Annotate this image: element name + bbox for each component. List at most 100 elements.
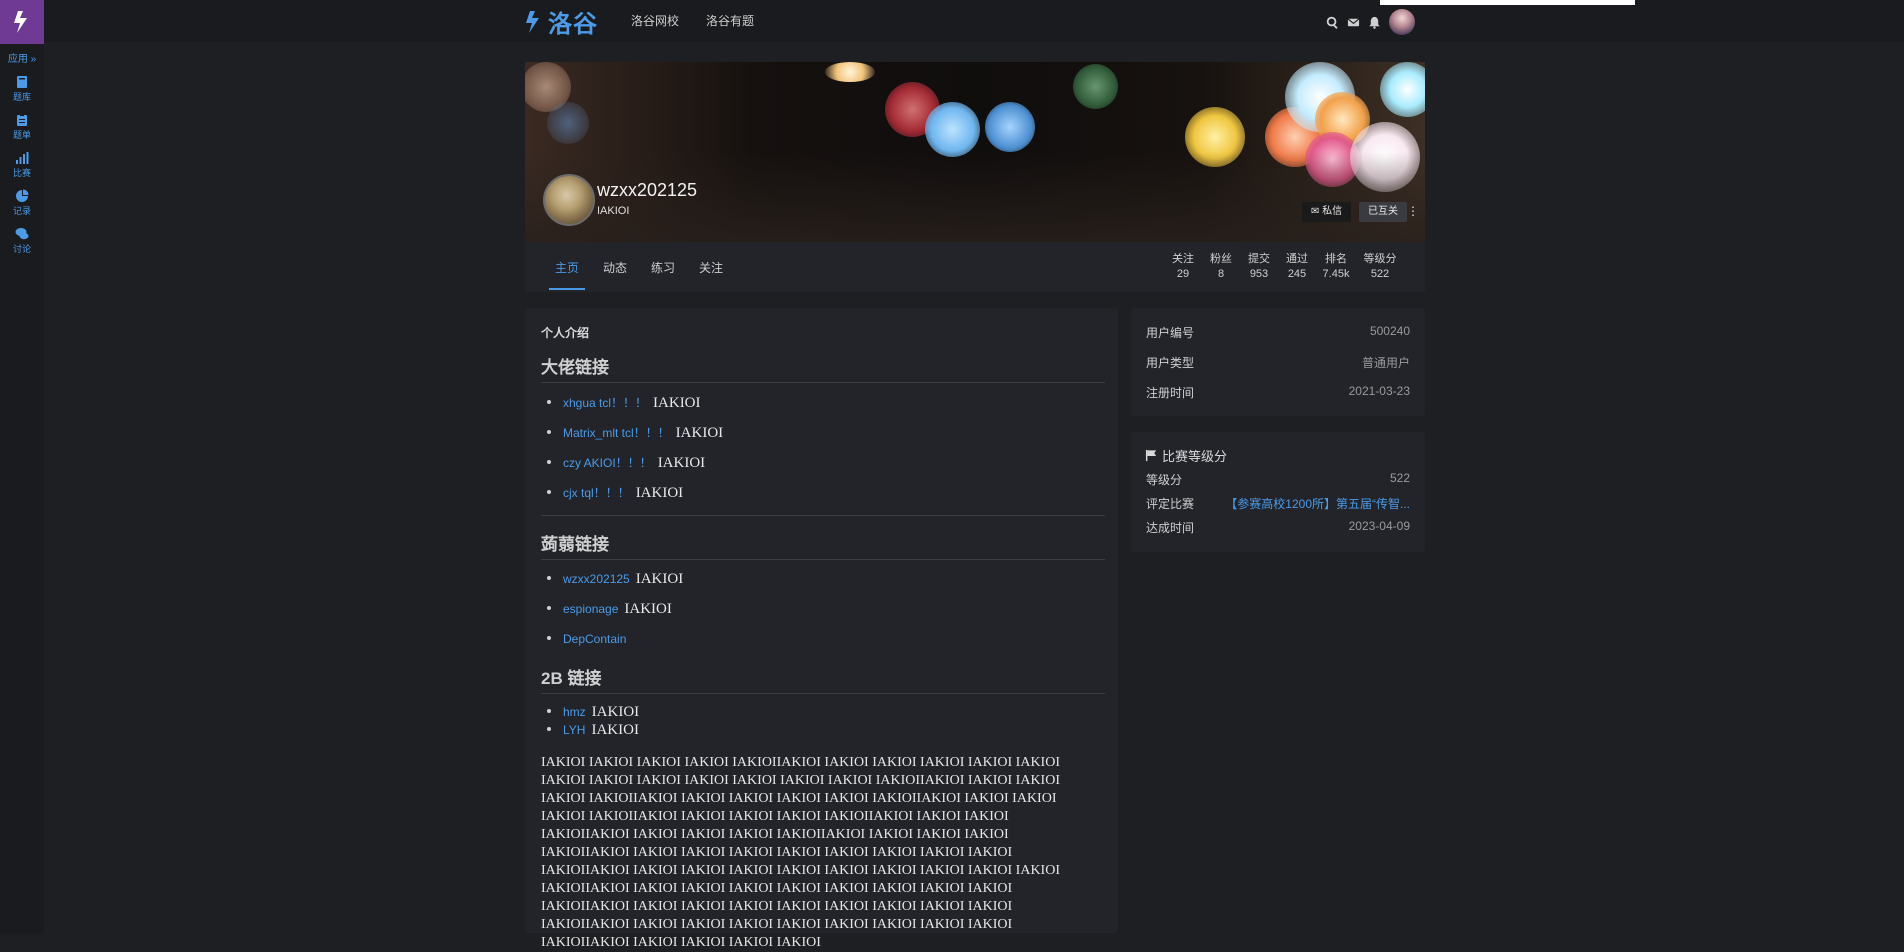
stat-rating: 等级分 522	[1358, 252, 1402, 282]
info-value: 522	[1389, 471, 1410, 485]
active-tab-indicator	[549, 288, 585, 290]
brand-name: 洛谷	[548, 11, 598, 38]
sidebar: 应用 » 题库 题单 比赛 记录 讨论	[0, 0, 44, 933]
user-info-card: 用户编号 500240 用户类型 普通用户 注册时间 2021-03-23	[1131, 308, 1425, 416]
tab-home[interactable]: 主页	[555, 259, 579, 276]
section-heading: 蒟蒻链接	[541, 530, 1105, 560]
stat-following[interactable]: 关注 29	[1163, 252, 1203, 282]
info-row-type: 用户类型 普通用户	[1146, 354, 1410, 371]
bokeh-light	[985, 102, 1035, 152]
nav-luogu-school[interactable]: 洛谷网校	[631, 12, 679, 29]
sidebar-item-label: 题单	[12, 130, 31, 140]
intro-body-text: IAKIOI IAKIOI IAKIOI IAKIOI IAKIOIIAKIOI…	[541, 755, 1060, 950]
list-item: xhgua tcl！！！ IAKIOI	[547, 394, 701, 412]
flag-icon	[1145, 449, 1157, 462]
intro-title: 个人介绍	[541, 326, 590, 340]
profile-tabbar: 主页 动态 练习 关注 关注 29 粉丝 8 提交 953 通过 245 排名 …	[525, 242, 1425, 292]
mail-icon[interactable]	[1347, 16, 1360, 29]
list-text: IAKIOI	[675, 425, 724, 441]
stat-label: 等级分	[1363, 253, 1397, 265]
apps-toggle[interactable]: 应用 »	[0, 50, 44, 65]
list-text: IAKIOI	[657, 455, 706, 471]
info-row-registered: 注册时间 2021-03-23	[1146, 384, 1410, 401]
list-text: IAKIOI	[591, 704, 640, 720]
tab-practice[interactable]: 练习	[651, 259, 675, 276]
stat-label: 排名	[1325, 253, 1347, 265]
bullet	[547, 490, 551, 494]
list-item: cjx tql！！！ IAKIOI	[547, 484, 683, 502]
list-text: IAKIOI	[635, 571, 684, 587]
stat-value: 522	[1370, 268, 1390, 280]
stat-label: 提交	[1248, 253, 1270, 265]
profile-banner: wzxx202125 IAKIOI ✉ 私信 已互关 ⋮	[525, 62, 1425, 242]
info-label: 评定比赛	[1146, 497, 1195, 511]
rating-title: 比赛等级分	[1145, 446, 1227, 465]
bullet	[547, 430, 551, 434]
profile-link[interactable]: cjx tql！！！	[563, 484, 630, 501]
bokeh-light	[925, 102, 980, 157]
bullet	[547, 709, 551, 713]
rated-contest-link[interactable]: 【参赛高校1200所】第五届“传智...	[1225, 495, 1410, 512]
top-actions	[1326, 9, 1415, 35]
stat-followers[interactable]: 粉丝 8	[1201, 252, 1241, 282]
sidebar-item-discuss[interactable]: 讨论	[0, 227, 44, 255]
bullet	[547, 606, 551, 610]
stat-submissions: 提交 953	[1239, 252, 1279, 282]
sidebar-item-label: 讨论	[12, 244, 31, 254]
list-text: IAKIOI	[591, 722, 639, 738]
sidebar-item-label: 题库	[12, 92, 31, 102]
bullet	[547, 460, 551, 464]
stat-accepted: 通过 245	[1277, 252, 1317, 282]
profile-link[interactable]: DepContain	[563, 632, 626, 646]
clipboard-icon	[17, 114, 27, 126]
rating-row-date: 达成时间 2023-04-09	[1146, 519, 1410, 536]
bell-icon[interactable]	[1368, 16, 1381, 29]
info-value: 2021-03-23	[1348, 384, 1410, 398]
stat-rank: 排名 7.45k	[1316, 252, 1356, 282]
profile-link[interactable]: xhgua tcl！！！	[563, 394, 647, 411]
info-label: 用户类型	[1146, 356, 1195, 370]
sidebar-item-record[interactable]: 记录	[0, 189, 44, 217]
tab-following[interactable]: 关注	[699, 259, 723, 276]
list-item: Matrix_mlt tcl！！！ IAKIOI	[547, 424, 723, 442]
rating-card: 比赛等级分 等级分 522 评定比赛 【参赛高校1200所】第五届“传智... …	[1131, 432, 1425, 552]
rating-row-contest: 评定比赛 【参赛高校1200所】第五届“传智...	[1146, 495, 1410, 512]
profile-link[interactable]: espionage	[563, 602, 618, 616]
profile-avatar[interactable]	[543, 174, 595, 226]
stat-label: 粉丝	[1210, 253, 1232, 265]
sidebar-item-label: 比赛	[12, 168, 31, 178]
info-value: 普通用户	[1361, 356, 1410, 370]
luogu-logo[interactable]	[0, 0, 44, 44]
bokeh-light	[1073, 64, 1118, 109]
stat-label: 通过	[1286, 253, 1308, 265]
more-options-icon[interactable]: ⋮	[1407, 204, 1419, 218]
profile-link[interactable]: wzxx202125	[563, 572, 630, 586]
follow-button[interactable]: 已互关	[1359, 202, 1407, 222]
search-icon[interactable]	[1326, 16, 1339, 29]
sidebar-item-training[interactable]: 题单	[0, 113, 44, 141]
profile-link[interactable]: czy AKIOI！！！	[563, 454, 652, 471]
info-value: 500240	[1369, 324, 1410, 338]
tab-activity[interactable]: 动态	[603, 259, 627, 276]
section-heading: 2B 链接	[541, 664, 1105, 694]
envelope-icon: ✉	[1311, 206, 1320, 217]
info-label: 注册时间	[1146, 386, 1195, 400]
bullet	[547, 727, 551, 731]
profile-link[interactable]: LYH	[563, 723, 585, 737]
list-item: wzxx202125 IAKIOI	[547, 571, 683, 588]
profile-link[interactable]: hmz	[563, 705, 586, 719]
profile-link[interactable]: Matrix_mlt tcl！！！	[563, 424, 670, 441]
sidebar-item-contest[interactable]: 比赛	[0, 151, 44, 179]
pie-chart-icon	[16, 189, 29, 202]
comments-icon	[15, 228, 29, 240]
info-label: 等级分	[1146, 473, 1183, 487]
brand-logo[interactable]: 洛谷	[524, 4, 598, 39]
sidebar-item-problems[interactable]: 题库	[0, 75, 44, 103]
message-button[interactable]: ✉ 私信	[1302, 202, 1352, 222]
info-value: 2023-04-09	[1348, 519, 1410, 533]
list-item: DepContain	[547, 632, 632, 646]
stat-value: 29	[1176, 268, 1190, 280]
user-avatar[interactable]	[1389, 9, 1415, 35]
intro-card: 个人介绍 大佬链接 xhgua tcl！！！ IAKIOI Matrix_mlt …	[525, 308, 1118, 950]
nav-luogu-youti[interactable]: 洛谷有题	[706, 12, 754, 29]
